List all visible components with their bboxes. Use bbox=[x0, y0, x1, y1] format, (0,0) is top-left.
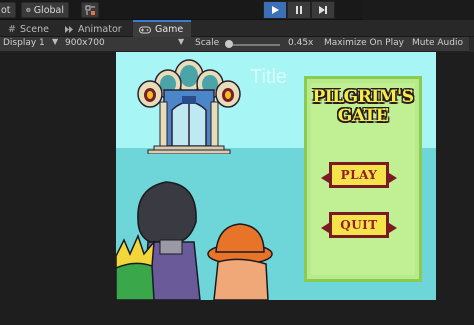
tab-scene[interactable]: # Scene bbox=[2, 21, 55, 37]
animator-icon bbox=[65, 25, 73, 33]
resolution-dropdown[interactable]: 900x700 bbox=[65, 38, 105, 48]
play-button[interactable] bbox=[263, 1, 287, 19]
pause-icon bbox=[296, 6, 302, 14]
step-icon bbox=[319, 6, 327, 14]
quit-left-arrow-icon bbox=[321, 223, 329, 233]
game-view-toolbar: Display 1 ▼ 900x700 ▼ Scale 0.45x Maximi… bbox=[0, 37, 474, 52]
tab-animator[interactable]: Animator bbox=[58, 21, 128, 37]
global-toggle-button[interactable]: Global bbox=[21, 2, 69, 18]
globe-icon bbox=[26, 7, 31, 13]
placeholder-title-text: Title bbox=[250, 66, 288, 88]
quit-menu-label: QUIT bbox=[340, 218, 378, 232]
quit-right-arrow-icon bbox=[389, 223, 397, 233]
display-dropdown[interactable]: Display 1 bbox=[3, 38, 45, 48]
play-icon bbox=[272, 6, 279, 14]
step-button[interactable] bbox=[311, 1, 335, 19]
scale-label: Scale bbox=[195, 38, 220, 48]
play-menu-button[interactable]: PLAY bbox=[321, 162, 397, 188]
game-logo: PILGRIM'S GATE bbox=[306, 88, 420, 126]
tab-scene-label: Scene bbox=[19, 23, 49, 35]
tab-game[interactable]: Game bbox=[133, 20, 191, 37]
display-dropdown-arrow-icon: ▼ bbox=[52, 37, 59, 46]
game-render-area[interactable]: Title PILGRIM'S GATE PLAY QUIT bbox=[116, 52, 436, 300]
mute-audio-toggle[interactable]: Mute Audio bbox=[412, 38, 463, 48]
grid-snap-button[interactable] bbox=[81, 2, 99, 18]
resolution-dropdown-arrow-icon: ▼ bbox=[178, 37, 185, 46]
characters-illustration bbox=[116, 181, 273, 300]
grid-snap-icon bbox=[85, 5, 95, 15]
toolbar-overflow bbox=[469, 37, 474, 52]
scale-slider-handle[interactable] bbox=[225, 40, 233, 48]
quit-menu-button[interactable]: QUIT bbox=[321, 212, 397, 238]
scale-value: 0.45x bbox=[288, 38, 314, 48]
play-left-arrow-icon bbox=[321, 173, 329, 183]
toolbar-right-area bbox=[362, 0, 474, 20]
play-menu-label: PLAY bbox=[340, 168, 378, 182]
main-toolbar: ot Global bbox=[0, 0, 474, 20]
editor-tab-bar: # Scene Animator Game bbox=[0, 20, 474, 37]
logo-line-1: PILGRIM'S bbox=[312, 87, 414, 107]
logo-line-2: GATE bbox=[337, 106, 389, 126]
scene-hash-icon: # bbox=[8, 23, 16, 35]
gate-illustration bbox=[137, 59, 241, 154]
pivot-button[interactable]: ot bbox=[0, 2, 16, 18]
play-right-arrow-icon bbox=[389, 173, 397, 183]
playmode-controls bbox=[263, 1, 335, 19]
pivot-label: ot bbox=[1, 4, 11, 16]
maximize-on-play-toggle[interactable]: Maximize On Play bbox=[324, 38, 404, 48]
scale-slider-track[interactable] bbox=[226, 44, 280, 46]
tab-game-label: Game bbox=[155, 24, 184, 35]
tab-animator-label: Animator bbox=[78, 23, 122, 35]
global-label: Global bbox=[33, 4, 64, 16]
gamepad-icon bbox=[139, 26, 151, 33]
pause-button[interactable] bbox=[287, 1, 311, 19]
